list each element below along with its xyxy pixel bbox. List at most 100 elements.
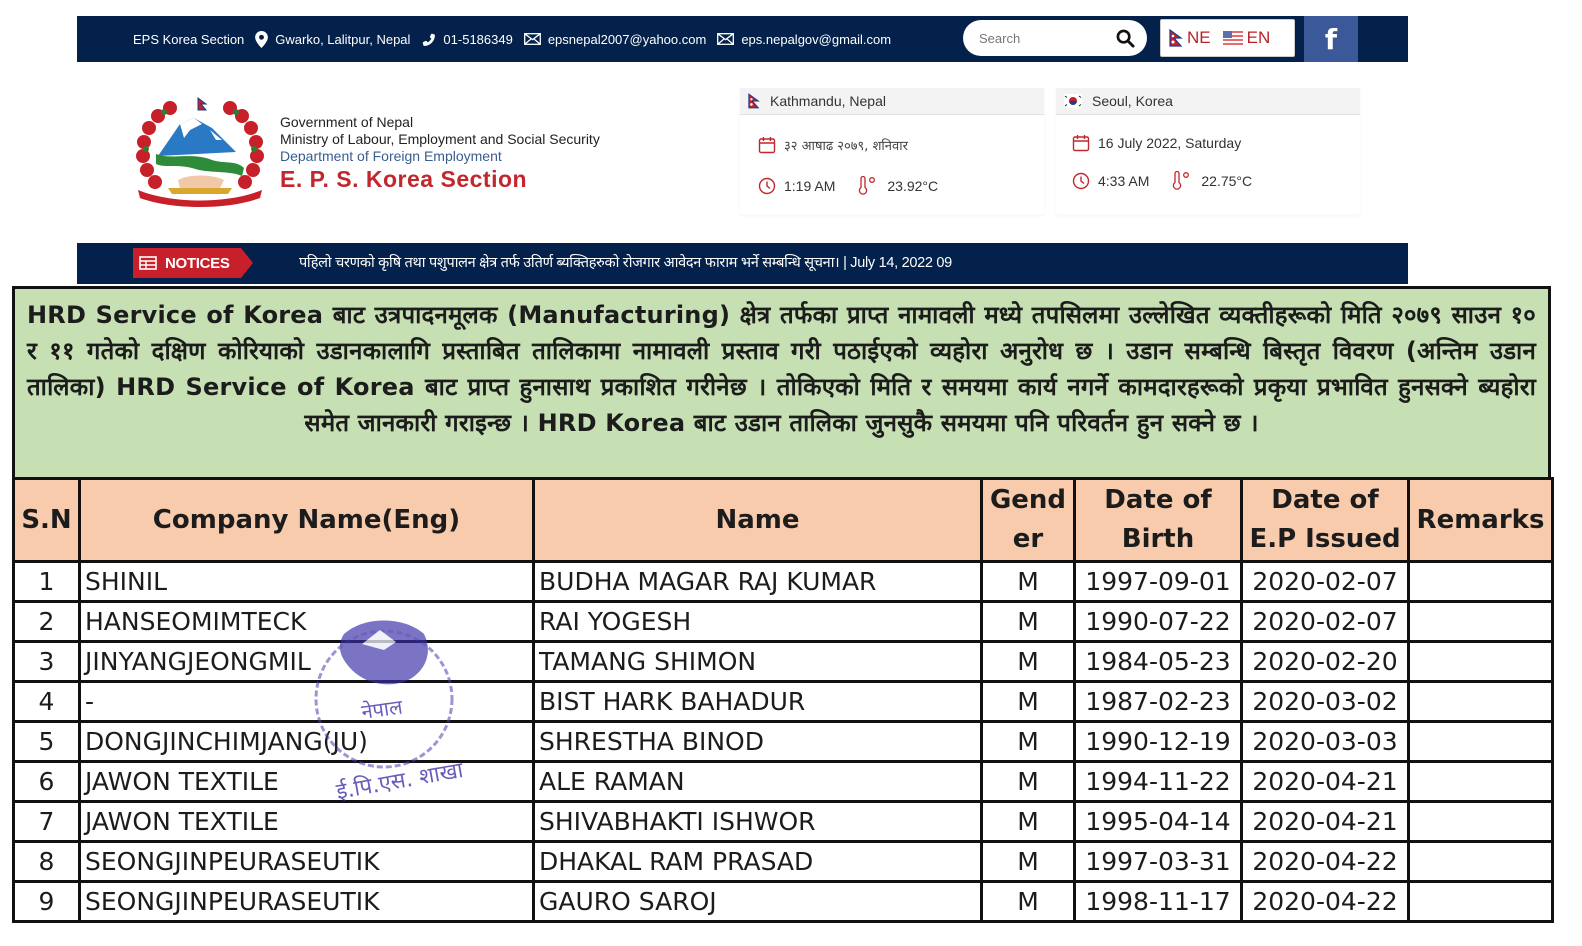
cell-sn: 6 [12, 760, 81, 803]
korea-time-row: 4:33 AM 22.75°C [1072, 171, 1252, 191]
cell-ep: 2020-02-20 [1240, 640, 1410, 683]
cell-gender: M [980, 800, 1076, 843]
cell-remarks [1407, 880, 1554, 923]
korea-time-card: Seoul, Korea 16 July 2022, Saturday 4:33… [1056, 88, 1360, 214]
notice-ticker-bar: NOTICES पहिलो चरणको कृषि तथा पशुपालन क्ष… [77, 243, 1408, 284]
cell-dob: 1995-04-14 [1073, 800, 1243, 843]
newspaper-icon [139, 256, 157, 270]
table-row: 4- BIST HARK BAHADUR M 1987-02-23 2020-03-02 [12, 680, 1554, 723]
thermometer-icon [859, 176, 876, 195]
search-button[interactable] [1116, 29, 1135, 48]
cell-gender: M [980, 560, 1076, 603]
korea-time: 4:33 AM [1098, 173, 1150, 189]
email-2-text[interactable]: eps.nepalgov@gmail.com [741, 32, 891, 47]
email-2: eps.nepalgov@gmail.com [717, 32, 891, 47]
search-box [963, 20, 1147, 56]
top-bar: EPS Korea Section Gwarko, Lalitpur, Nepa… [77, 16, 1408, 62]
table-row: 3 JINYANGJEONGMIL TAMANG SHIMON M 1984-05-23… [12, 640, 1554, 683]
cell-company: DONGJINCHIMJANG(JU) [78, 720, 535, 763]
phone: 01-5186349 [421, 31, 513, 47]
korea-date: 16 July 2022, Saturday [1098, 135, 1242, 151]
cell-name: DHAKAL RAM PRASAD [532, 840, 983, 883]
email-1-text[interactable]: epsnepal2007@yahoo.com [548, 32, 706, 47]
notice-ticker-link[interactable]: पहिलो चरणको कृषि तथा पशुपालन क्षेत्र तर्… [299, 243, 952, 284]
notices-label-text: NOTICES [165, 254, 230, 272]
lang-en-button[interactable]: EN [1222, 28, 1271, 48]
facebook-icon: f [1324, 22, 1338, 56]
cell-name: BUDHA MAGAR RAJ KUMAR [532, 560, 983, 603]
phone-icon [423, 33, 436, 46]
search-input[interactable] [979, 30, 1109, 46]
cell-ep: 2020-04-22 [1240, 880, 1410, 923]
lang-en-label: EN [1246, 28, 1271, 47]
cell-name: SHIVABHAKTI ISHWOR [532, 800, 983, 843]
nepal-flag-icon [748, 93, 760, 109]
cell-ep: 2020-04-21 [1240, 760, 1410, 803]
nepal-date: ३२ आषाढ २०७९, शनिवार [784, 139, 908, 154]
language-switcher: NE EN [1160, 19, 1295, 57]
cell-gender: M [980, 680, 1076, 723]
col-header-ep-issued: Date of E.P Issued [1240, 477, 1410, 563]
lang-ne-button[interactable]: NE [1169, 28, 1211, 48]
cell-remarks [1407, 680, 1554, 723]
col-header-remarks: Remarks [1407, 477, 1554, 563]
calendar-icon [1072, 135, 1090, 152]
cell-gender: M [980, 760, 1076, 803]
gov-line-3: Department of Foreign Employment [280, 148, 502, 164]
facebook-button[interactable]: f [1304, 16, 1358, 62]
table-row: 5 DONGJINCHIMJANG(JU) SHRESTHA BINOD M 1990-… [12, 720, 1554, 763]
site-name: EPS Korea Section [133, 31, 245, 47]
cell-dob: 1997-09-01 [1073, 560, 1243, 603]
cell-company: SHINIL [78, 560, 535, 603]
cell-name: TAMANG SHIMON [532, 640, 983, 683]
col-header-company: Company Name(Eng) [78, 477, 535, 563]
table-row: 9 SEONGJINPEURASEUTIK GAURO SAROJ M 1998-11-… [12, 880, 1554, 923]
cell-remarks [1407, 720, 1554, 763]
cell-remarks [1407, 800, 1554, 843]
phone-text: 01-5186349 [443, 31, 513, 47]
cell-name: ALE RAMAN [532, 760, 983, 803]
cell-company: JAWON TEXTILE [78, 760, 535, 803]
nepal-time-card: Kathmandu, Nepal ३२ आषाढ २०७९, शनिवार 1:… [740, 88, 1044, 214]
cell-remarks [1407, 600, 1554, 643]
notice-document: HRD Service of Korea बाट उत्रपादनमूलक (M… [12, 286, 1554, 926]
cell-sn: 9 [12, 880, 81, 923]
korea-flag-icon [1064, 94, 1082, 108]
table-row: 1 SHINIL BUDHA MAGAR RAJ KUMAR M 1997-09-01 2… [12, 560, 1554, 603]
cell-gender: M [980, 720, 1076, 763]
clock-icon [758, 177, 776, 195]
search-icon [1116, 29, 1135, 48]
table-row: 8 SEONGJINPEURASEUTIK DHAKAL RAM PRASAD M 19… [12, 840, 1554, 883]
organization-title: Government of Nepal Ministry of Labour, … [280, 114, 600, 193]
document-intro-text: HRD Service of Korea बाट उत्रपादनमूलक (M… [12, 286, 1551, 477]
gov-line-1: Government of Nepal [280, 114, 414, 130]
clock-icon [1072, 172, 1090, 190]
cell-ep: 2020-02-07 [1240, 600, 1410, 643]
cell-company: SEONGJINPEURASEUTIK [78, 880, 535, 923]
table-row: 2 HANSEOMIMTECK RAI YOGESH M 1990-07-22 2020-… [12, 600, 1554, 643]
col-header-sn: S.N [12, 477, 81, 563]
cell-dob: 1998-11-17 [1073, 880, 1243, 923]
lang-ne-label: NE [1187, 28, 1211, 47]
cell-gender: M [980, 600, 1076, 643]
cell-sn: 5 [12, 720, 81, 763]
email-1: epsnepal2007@yahoo.com [523, 32, 706, 47]
table-header-row: S.N Company Name(Eng) Name Gend er Date o… [12, 477, 1554, 563]
table-row: 7 JAWON TEXTILE SHIVABHAKTI ISHWOR M 1995-04… [12, 800, 1554, 843]
candidate-table: S.N Company Name(Eng) Name Gend er Date o… [12, 477, 1554, 923]
cell-remarks [1407, 640, 1554, 683]
cell-ep: 2020-04-21 [1240, 800, 1410, 843]
col-header-gender: Gend er [980, 477, 1076, 563]
cell-dob: 1990-07-22 [1073, 600, 1243, 643]
cell-name: SHRESTHA BINOD [532, 720, 983, 763]
cell-sn: 2 [12, 600, 81, 643]
nepal-temp: 23.92°C [887, 178, 939, 194]
us-flag-icon [1222, 31, 1243, 45]
envelope-icon [523, 33, 541, 45]
envelope-icon [717, 33, 735, 45]
col-header-name: Name [532, 477, 983, 563]
cell-ep: 2020-02-07 [1240, 560, 1410, 603]
cell-name: RAI YOGESH [532, 600, 983, 643]
cell-company: HANSEOMIMTECK [78, 600, 535, 643]
cell-company: - [78, 680, 535, 723]
